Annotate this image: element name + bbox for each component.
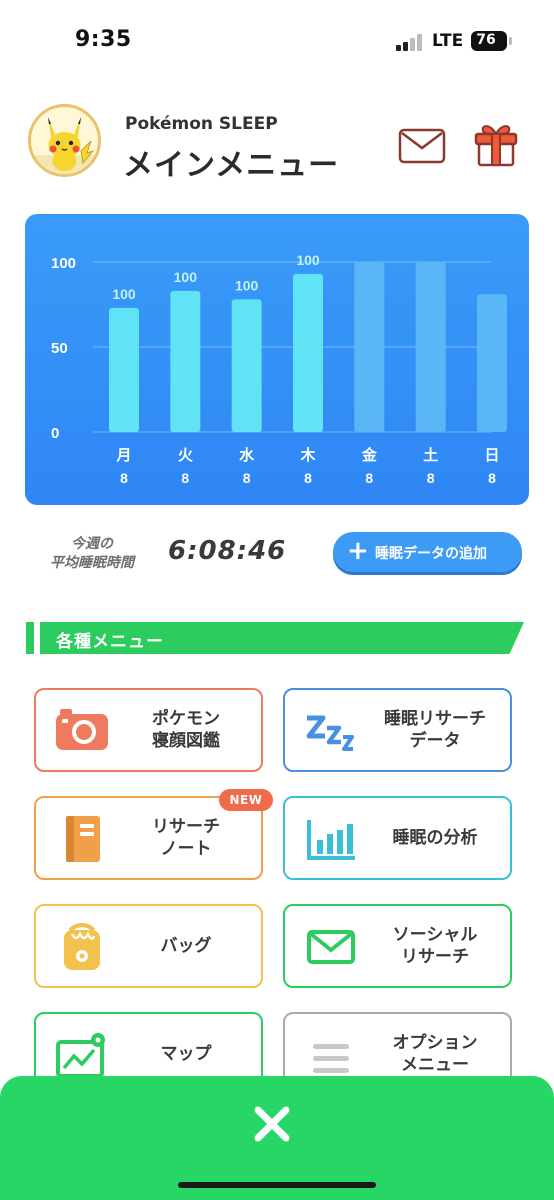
gift-button[interactable]: [473, 120, 519, 168]
section-header: 各種メニュー: [26, 622, 524, 654]
section-accent-bar: [26, 622, 34, 654]
bar-chart-icon: [307, 820, 355, 860]
menu-label: 睡眠の分析: [392, 828, 478, 848]
mail-icon: [398, 128, 446, 164]
add-sleep-data-label: 睡眠データの追加: [375, 546, 487, 562]
x-tick-label: 木: [299, 446, 316, 464]
x-tick-label: 水: [239, 446, 255, 464]
page-title: メインメニュー: [123, 148, 340, 183]
x-tick-sublabel: 8: [181, 470, 189, 486]
menu-label: 睡眠リサーチ データ: [384, 709, 486, 751]
gift-icon: [474, 125, 518, 167]
menu-social-research[interactable]: ソーシャル リサーチ: [283, 904, 512, 988]
x-tick-sublabel: 8: [427, 470, 435, 486]
chart-bar: [231, 299, 262, 432]
plus-icon: +: [347, 536, 369, 566]
chart-bar: [293, 273, 323, 432]
chart-bar: [109, 307, 139, 432]
menu-label: ソーシャル リサーチ: [392, 925, 478, 967]
sleep-score-chart[interactable]: 0 50 100 100 月 8 100 火 8 100 水 8 100 木 8 金 8 土 8 日 8: [25, 214, 529, 505]
camera-icon: [56, 709, 108, 750]
signal-icon: [396, 33, 424, 51]
status-time: 9:35: [75, 27, 132, 52]
x-tick-label: 金: [361, 446, 378, 464]
notebook-icon: [66, 816, 100, 862]
x-tick-label: 月: [115, 446, 131, 464]
options-icon: [313, 1044, 349, 1073]
pikachu-icon: [31, 117, 98, 174]
chart-bar: [354, 262, 385, 432]
mail-icon: [307, 930, 355, 964]
home-indicator: [178, 1182, 376, 1188]
section-title: 各種メニュー: [56, 632, 164, 652]
y-tick-label: 0: [51, 425, 59, 442]
menu-sleep-style-dex[interactable]: ポケモン 寝顔図鑑: [34, 688, 263, 772]
chart-bar: [170, 290, 201, 432]
x-tick-sublabel: 8: [365, 470, 373, 486]
menu-bag[interactable]: バッグ: [34, 904, 263, 988]
x-tick-label: 日: [484, 446, 499, 464]
mail-button[interactable]: [398, 126, 446, 166]
app-name: Pokémon SLEEP: [125, 114, 278, 134]
menu-label: ポケモン 寝顔図鑑: [152, 709, 220, 751]
y-tick-label: 50: [51, 340, 68, 357]
avatar[interactable]: [28, 104, 101, 177]
x-tick-sublabel: 8: [243, 470, 251, 486]
battery-cap: [509, 37, 512, 45]
add-sleep-data-button[interactable]: + 睡眠データの追加: [333, 532, 522, 572]
chart-bar: [477, 294, 507, 432]
battery-icon: 76: [471, 31, 507, 51]
average-sleep-label-line2: 平均睡眠時間: [50, 555, 134, 571]
x-tick-label: 火: [178, 446, 194, 464]
close-icon[interactable]: [249, 1101, 295, 1147]
menu-sleep-analysis[interactable]: 睡眠の分析: [283, 796, 512, 880]
new-badge: NEW: [219, 789, 273, 811]
average-sleep-label: 今週の 平均睡眠時間: [44, 535, 140, 573]
x-tick-sublabel: 8: [488, 470, 496, 486]
menu-sleep-research-data[interactable]: 睡眠リサーチ データ: [283, 688, 512, 772]
bar-data-label: 100: [296, 252, 320, 268]
x-tick-sublabel: 8: [304, 470, 312, 486]
bar-data-label: 100: [112, 286, 136, 302]
chart-canvas: 0 50 100 100 月 8 100 火 8 100 水 8 100 木 8 金 8 土 8 日 8: [51, 252, 507, 486]
battery-level: 76: [476, 32, 496, 48]
average-sleep-label-line1: 今週の: [71, 536, 113, 552]
average-sleep-value: 6:08:46: [168, 536, 287, 566]
chart-bar: [415, 262, 446, 432]
bar-data-label: 100: [174, 269, 198, 285]
x-tick-label: 土: [423, 446, 438, 464]
status-bar: 9:35 LTE 76: [0, 0, 554, 84]
menu-label: バッグ: [160, 936, 212, 956]
bar-data-label: 100: [235, 277, 259, 293]
map-icon: [56, 1033, 105, 1078]
bag-icon: [64, 923, 100, 970]
network-type: LTE: [432, 31, 464, 51]
zzz-icon: [306, 715, 354, 751]
y-tick-label: 100: [51, 255, 76, 272]
x-tick-sublabel: 8: [120, 470, 128, 486]
